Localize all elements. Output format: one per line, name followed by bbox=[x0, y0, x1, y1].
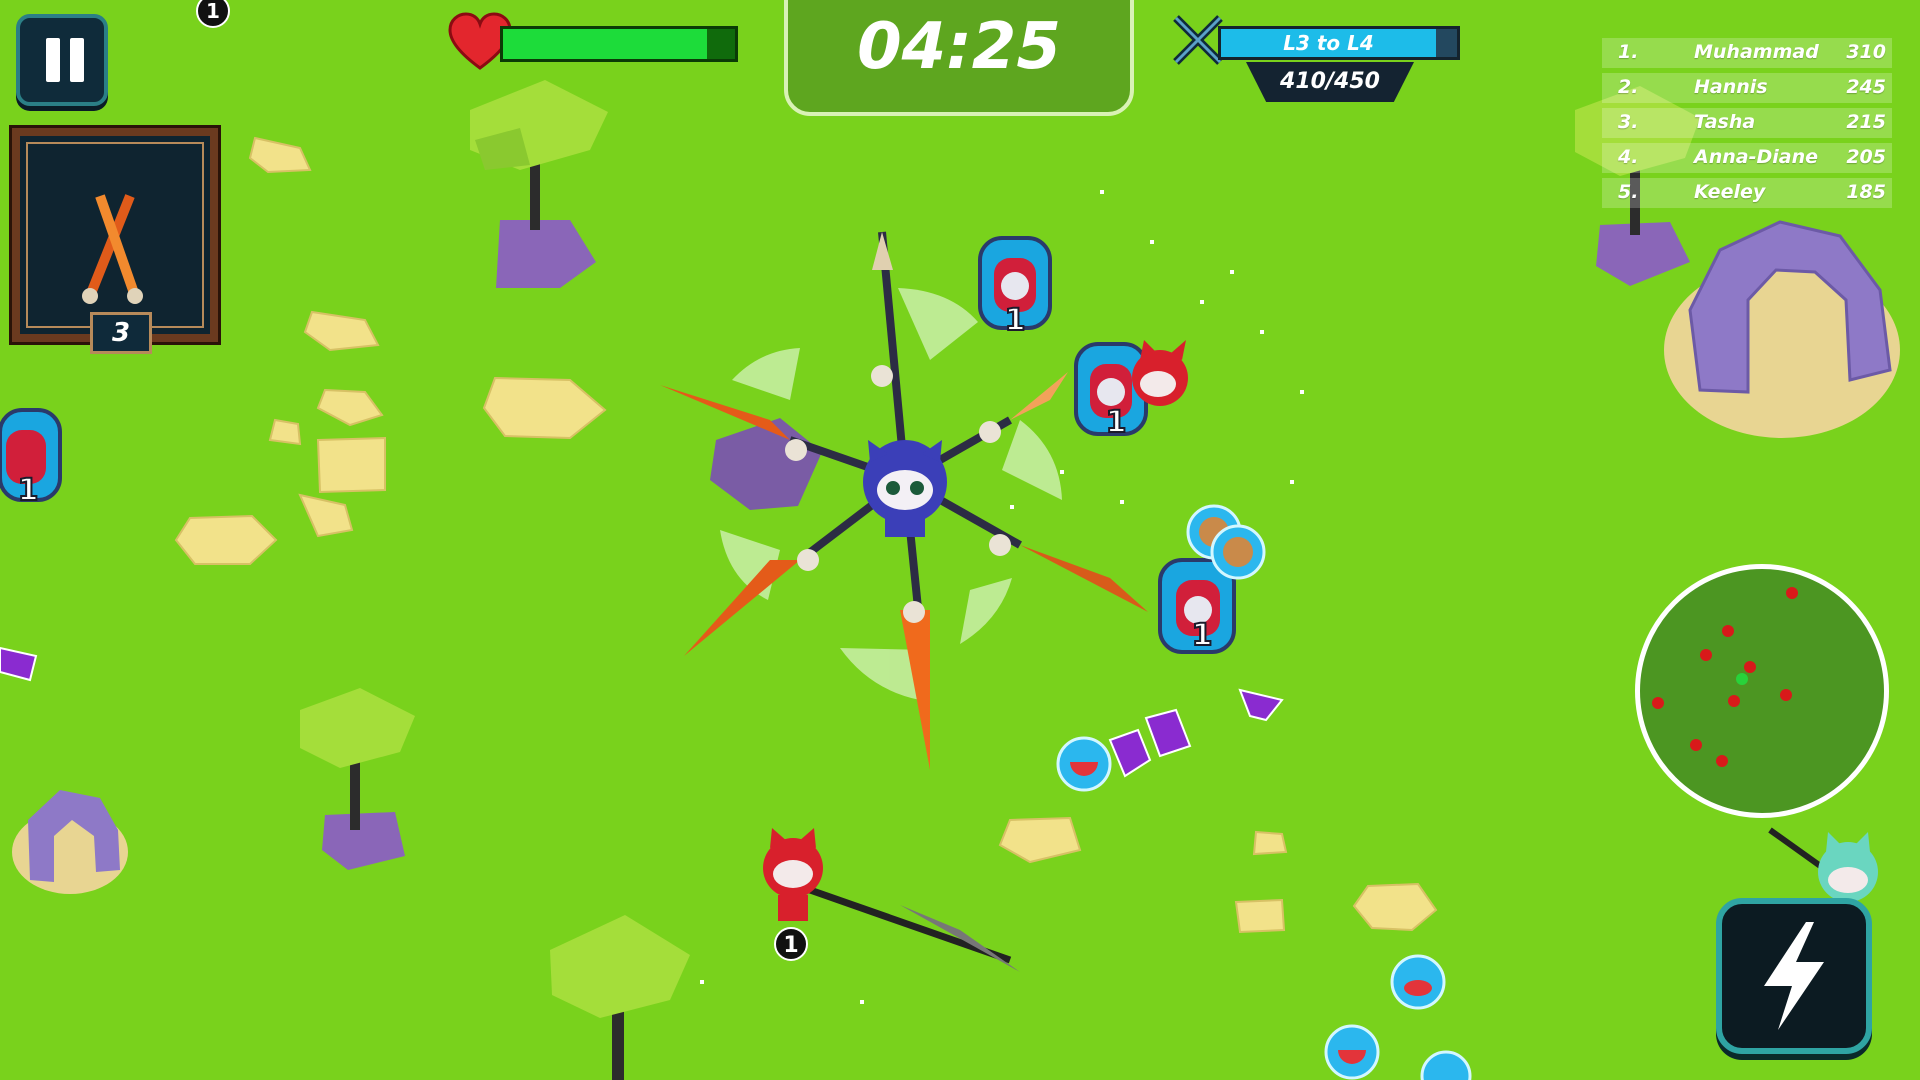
leaderboard-row: 2. Hannis 245 bbox=[1602, 73, 1892, 103]
minimap-enemy-dot bbox=[1744, 661, 1756, 673]
pause-icon bbox=[70, 38, 84, 82]
enemy-count-badge: 1 bbox=[774, 927, 808, 961]
weapon-level: 3 bbox=[90, 312, 152, 354]
minimap-enemy-dot bbox=[1786, 587, 1798, 599]
xp-count: 410/450 bbox=[1246, 62, 1414, 102]
pause-button[interactable] bbox=[16, 14, 108, 106]
leaderboard: 1. Muhammad 310 2. Hannis 245 3. Tasha 215 4. A… bbox=[1602, 38, 1892, 213]
backpack-count: 1 bbox=[1192, 618, 1213, 653]
rock bbox=[710, 418, 822, 510]
xp-bar: L3 to L4 bbox=[1218, 26, 1460, 60]
minimap-enemy-dot bbox=[1700, 649, 1712, 661]
minimap-enemy-dot bbox=[1728, 695, 1740, 707]
timer-text: 04:25 bbox=[857, 10, 1061, 84]
stone-arch bbox=[1664, 220, 1900, 438]
minimap-player-dot bbox=[1736, 673, 1748, 685]
food-bowl-bubble[interactable] bbox=[1390, 954, 1446, 1010]
lightning-icon bbox=[1764, 922, 1824, 1030]
xp-label: L3 to L4 bbox=[1283, 31, 1374, 55]
backpack-count: 1 bbox=[1005, 303, 1026, 338]
health-bar-fill bbox=[503, 29, 708, 59]
minimap-enemy-dot bbox=[1652, 697, 1664, 709]
tree bbox=[300, 688, 415, 870]
leaderboard-row: 3. Tasha 215 bbox=[1602, 108, 1892, 138]
minimap-enemy-dot bbox=[1690, 739, 1702, 751]
leaderboard-row: 5. Keeley 185 bbox=[1602, 178, 1892, 208]
leaderboard-row: 4. Anna-Diane 205 bbox=[1602, 143, 1892, 173]
minimap[interactable] bbox=[1635, 564, 1889, 818]
crossed-spears-icon bbox=[82, 194, 143, 304]
match-timer: 04:25 bbox=[784, 0, 1134, 116]
pause-icon bbox=[46, 38, 60, 82]
minimap-enemy-dot bbox=[1780, 689, 1792, 701]
tree bbox=[550, 915, 690, 1080]
svg-text:1: 1 bbox=[783, 933, 798, 958]
weapon-card: 3 bbox=[9, 125, 221, 354]
watermelon-bubble[interactable] bbox=[1324, 1024, 1380, 1080]
boost-button[interactable] bbox=[1716, 898, 1872, 1054]
health-bar bbox=[500, 26, 738, 62]
leaderboard-row: 1. Muhammad 310 bbox=[1602, 38, 1892, 68]
food-bowl-bubble[interactable] bbox=[1420, 1050, 1472, 1080]
minimap-enemy-dot bbox=[1722, 625, 1734, 637]
stone-arch bbox=[12, 790, 128, 894]
ally-cat bbox=[1768, 827, 1878, 902]
player-cat bbox=[863, 440, 947, 537]
backpack-count: 1 bbox=[1106, 405, 1127, 440]
backpack-count: 1 bbox=[18, 473, 39, 508]
tree bbox=[470, 80, 608, 288]
watermelon-bubble[interactable] bbox=[1056, 736, 1112, 792]
minimap-enemy-dot bbox=[1716, 755, 1728, 767]
